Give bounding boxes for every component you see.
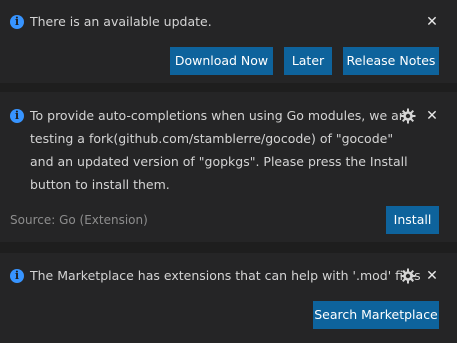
message-line: There is an available update. xyxy=(30,14,212,29)
download-now-button[interactable]: Download Now xyxy=(170,47,273,75)
close-icon[interactable]: ✕ xyxy=(425,109,439,123)
message-line: To provide auto-completions when using G… xyxy=(30,108,412,123)
go-tools-notification: i To provide auto-completions when using… xyxy=(0,92,457,242)
gear-icon[interactable] xyxy=(400,268,416,284)
message-line: testing a fork(github.com/stamblerre/goc… xyxy=(30,131,394,146)
info-icon: i xyxy=(10,15,24,29)
notification-message: There is an available update. xyxy=(30,10,212,33)
later-button[interactable]: Later xyxy=(284,47,332,75)
info-icon: i xyxy=(10,109,24,123)
close-icon[interactable]: ✕ xyxy=(425,269,439,283)
message-line: button to install them. xyxy=(30,177,170,192)
message-line: and an updated version of "gopkgs". Plea… xyxy=(30,154,408,169)
notification-message: The Marketplace has extensions that can … xyxy=(30,264,421,287)
notification-message: To provide auto-completions when using G… xyxy=(30,104,411,196)
close-icon[interactable]: ✕ xyxy=(425,15,439,29)
search-marketplace-button[interactable]: Search Marketplace xyxy=(313,301,439,329)
message-line: The Marketplace has extensions that can … xyxy=(30,268,421,283)
info-icon: i xyxy=(10,269,24,283)
notification-source: Source: Go (Extension) xyxy=(10,213,148,227)
marketplace-notification: i The Marketplace has extensions that ca… xyxy=(0,253,457,343)
install-button[interactable]: Install xyxy=(386,206,439,234)
release-notes-button[interactable]: Release Notes xyxy=(343,47,439,75)
update-notification: i There is an available update. ✕ Downlo… xyxy=(0,0,457,83)
gear-icon[interactable] xyxy=(400,108,416,124)
